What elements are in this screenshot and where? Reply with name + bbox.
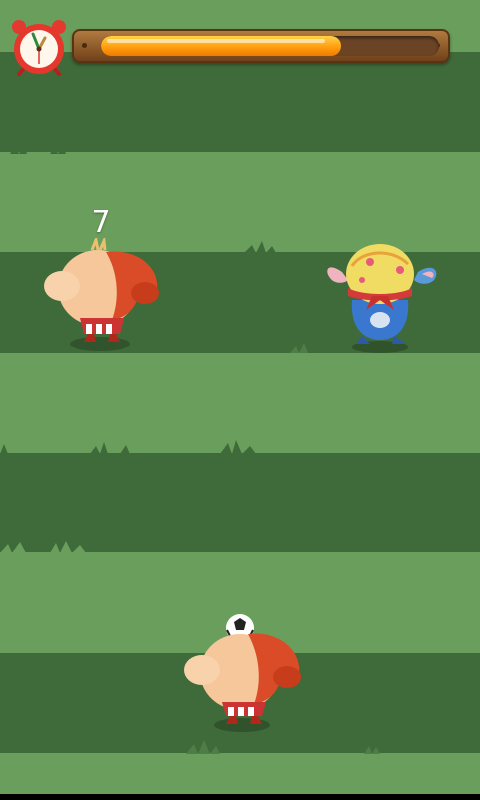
grass-tuft-icon <box>364 746 380 754</box>
field-stripe-light <box>0 753 480 794</box>
dog-opponent-character[interactable] <box>40 238 162 354</box>
score-label: 7 <box>91 205 111 240</box>
bolt-icon <box>82 43 87 48</box>
grass-tuft-icon <box>10 142 66 154</box>
grass-tuft-icon <box>0 541 86 553</box>
grass-tuft-icon <box>186 740 220 754</box>
field-stripe-dark <box>0 52 480 152</box>
blue-cat-opponent-character[interactable] <box>322 240 444 356</box>
timer-track <box>101 36 439 56</box>
grass-tuft-icon <box>290 343 308 353</box>
dog-player-character[interactable] <box>180 612 304 736</box>
timer-bar <box>72 29 450 63</box>
field-stripe-light <box>0 353 480 453</box>
field-stripe-dark <box>0 453 480 552</box>
timer-fill <box>101 36 341 56</box>
alarm-clock-icon <box>12 20 66 76</box>
game-field[interactable]: 7 <box>0 0 480 794</box>
grass-tuft-icon <box>244 241 276 253</box>
grass-tuft-icon <box>0 440 256 454</box>
field-stripe-light <box>0 152 480 252</box>
bottom-edge <box>0 794 480 800</box>
